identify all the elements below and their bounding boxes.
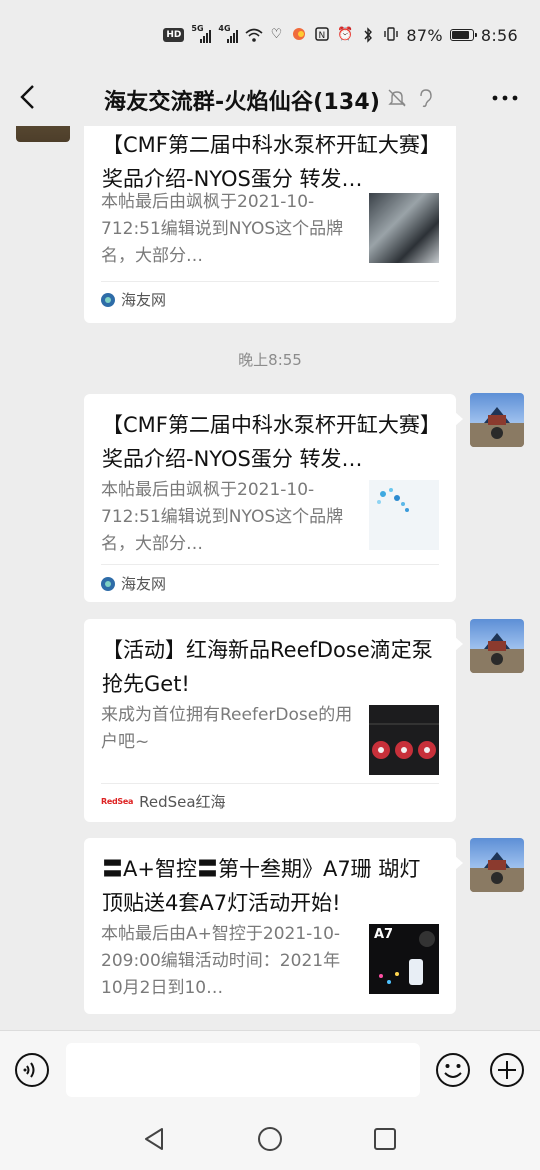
card-divider xyxy=(101,281,439,282)
avatar[interactable] xyxy=(470,619,524,673)
back-icon[interactable] xyxy=(14,82,44,112)
system-nav-bar xyxy=(0,1110,540,1170)
nfc-icon: N xyxy=(314,27,330,43)
vibrate-icon xyxy=(383,27,399,43)
voice-icon[interactable] xyxy=(14,1052,50,1088)
card-divider xyxy=(101,783,439,784)
card-title: 【CMF第二届中科水泵杯开缸大赛】奖品介绍-NYOS蛋分 转发… xyxy=(102,133,431,191)
card-description: 本帖最后由A+智控于2021-10-209:00编辑活动时间：2021年10月2… xyxy=(101,924,341,998)
haiyou-logo-icon xyxy=(101,292,115,307)
link-card[interactable]: 【CMF第二届中科水泵杯开缸大赛】奖品介绍-NYOS蛋分 转发… 本帖最后由飒枫… xyxy=(84,394,463,602)
app-icon xyxy=(291,27,307,43)
link-card[interactable]: 【CMF第二届中科水泵杯开缸大赛】奖品介绍-NYOS蛋分 转发… 本帖最后由飒枫… xyxy=(84,126,456,323)
plus-icon[interactable] xyxy=(489,1052,525,1088)
chat-header: 海友交流群-火焰仙谷(134) xyxy=(0,70,540,126)
ear-icon xyxy=(415,88,435,108)
source-name: 海友网 xyxy=(121,575,167,593)
signal-label: 4G xyxy=(218,24,231,33)
card-source: RedSea RedSea红海 xyxy=(101,791,226,812)
message-input[interactable] xyxy=(66,1043,420,1097)
thumbnail-image xyxy=(369,193,439,263)
thumbnail-image xyxy=(369,705,439,775)
emoji-icon[interactable] xyxy=(435,1052,471,1088)
wifi-icon xyxy=(245,27,263,43)
svg-text:N: N xyxy=(319,31,326,41)
card-description: 来成为首位拥有ReeferDose的用户吧~ xyxy=(101,705,353,752)
signal-icon: 5G xyxy=(191,24,212,43)
avatar[interactable] xyxy=(470,393,524,447)
nav-home-icon[interactable] xyxy=(257,1126,283,1152)
nav-recent-icon[interactable] xyxy=(372,1126,398,1152)
thumbnail-image: A7 xyxy=(369,924,439,994)
signal-icon: 4G xyxy=(218,24,239,43)
source-name: 海友网 xyxy=(121,291,167,309)
more-icon[interactable] xyxy=(490,88,520,108)
avatar[interactable] xyxy=(470,838,524,892)
input-bar xyxy=(0,1030,540,1110)
chat-area[interactable]: 【CMF第二届中科水泵杯开缸大赛】奖品介绍-NYOS蛋分 转发… 本帖最后由飒枫… xyxy=(0,126,540,1030)
card-source: 海友网 xyxy=(101,573,166,594)
bluetooth-icon xyxy=(360,27,376,43)
card-description: 本帖最后由飒枫于2021-10-712:51编辑说到NYOS这个品牌名，大部分… xyxy=(101,192,344,266)
card-title: 【CMF第二届中科水泵杯开缸大赛】奖品介绍-NYOS蛋分 转发… xyxy=(102,413,431,471)
card-source: 海友网 xyxy=(101,289,166,310)
thumbnail-image xyxy=(369,480,439,550)
avatar[interactable] xyxy=(16,126,70,142)
redsea-logo-icon: RedSea xyxy=(101,797,134,806)
card-title: 【活动】红海新品ReefDose滴定泵抢先Get! xyxy=(102,638,433,696)
nav-back-icon[interactable] xyxy=(142,1126,168,1152)
mute-icon xyxy=(387,88,407,108)
timestamp: 晚上8:55 xyxy=(238,351,302,369)
card-description: 本帖最后由飒枫于2021-10-712:51编辑说到NYOS这个品牌名，大部分… xyxy=(101,480,344,554)
link-card[interactable]: 【活动】红海新品ReefDose滴定泵抢先Get! 来成为首位拥有ReeferD… xyxy=(84,619,463,822)
battery-fill xyxy=(451,31,469,39)
link-card[interactable]: 〓A+智控〓第十叁期》A7珊 瑚灯顶贴送4套A7灯活动开始! 本帖最后由A+智控… xyxy=(84,838,463,1014)
heart-icon: ♡ xyxy=(270,27,283,42)
signal-label: 5G xyxy=(191,24,204,33)
card-divider xyxy=(101,564,439,565)
battery-icon xyxy=(449,29,477,41)
clock: 8:56 xyxy=(480,25,518,45)
hd-icon: HD xyxy=(163,28,185,42)
haiyou-logo-icon xyxy=(101,576,115,591)
source-name: RedSea红海 xyxy=(139,793,226,811)
chat-title: 海友交流群-火焰仙谷(134) xyxy=(104,90,381,115)
battery-percent: 87% xyxy=(406,25,443,45)
card-title: 〓A+智控〓第十叁期》A7珊 瑚灯顶贴送4套A7灯活动开始! xyxy=(102,857,421,915)
alarm-icon: ⏰ xyxy=(337,27,354,42)
status-bar: HD 5G 4G ♡ N ⏰ 87% 8:56 xyxy=(0,0,540,70)
